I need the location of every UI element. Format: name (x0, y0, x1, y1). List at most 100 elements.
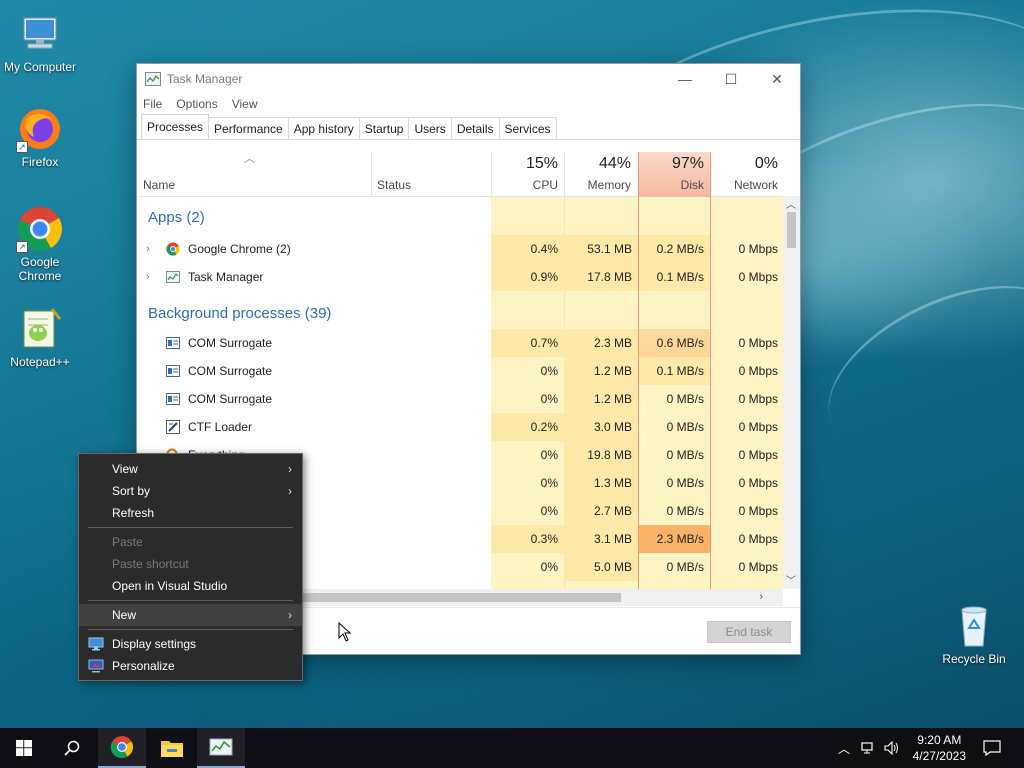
process-row[interactable]: › Google Chrome (2) 0.4% 53.1 MB 0.2 MB/… (137, 235, 783, 263)
menu-item-display-settings[interactable]: Display settings (79, 633, 302, 655)
action-center-button[interactable] (968, 728, 1016, 768)
group-header-apps[interactable]: Apps (2) (137, 197, 783, 235)
search-button[interactable] (48, 728, 96, 768)
taskbar-task-manager[interactable] (197, 728, 245, 768)
process-row[interactable]: CTF Loader 0.2% 3.0 MB 0 MB/s 0 Mbps (137, 413, 783, 441)
tab-performance[interactable]: Performance (208, 117, 289, 139)
menu-item-open-in-visual-studio[interactable]: Open in Visual Studio (79, 575, 302, 597)
vertical-scroll-thumb[interactable] (787, 212, 796, 248)
desktop-icon-label: Firefox (21, 155, 59, 169)
desktop-icon-label: Google Chrome (18, 255, 62, 283)
chrome-icon (110, 736, 133, 759)
memory-cell: 3.1 MB (564, 525, 638, 553)
notepad-plus-plus-icon (16, 305, 64, 353)
windows-logo-icon (16, 740, 32, 756)
chevron-right-icon: › (288, 484, 292, 498)
display-settings-icon (88, 637, 104, 651)
column-header-status[interactable]: Status (371, 152, 491, 197)
network-cell: 0 Mbps (711, 413, 783, 441)
tab-details[interactable]: Details (450, 117, 500, 139)
column-header-network[interactable]: 0% Network (711, 152, 783, 197)
group-header-background[interactable]: Background processes (39) (137, 291, 783, 329)
title-bar[interactable]: Task Manager — ☐ ✕ (137, 64, 800, 94)
maximize-button[interactable]: ☐ (708, 64, 754, 94)
process-row[interactable]: COM Surrogate 0% 1.2 MB 0.1 MB/s 0 Mbps (137, 357, 783, 385)
menu-view[interactable]: View (232, 97, 258, 111)
disk-cell: 0.1 MB/s (639, 263, 710, 291)
show-hidden-icons-chevron-icon[interactable]: ︿ (838, 740, 850, 757)
desktop-icon-my-computer[interactable]: My Computer (0, 10, 80, 74)
menu-item-refresh[interactable]: Refresh (79, 502, 302, 524)
tab-startup[interactable]: Startup (358, 117, 410, 139)
taskbar-chrome[interactable] (98, 728, 146, 768)
disk-cell: 0 MB/s (639, 441, 710, 469)
sort-ascending-icon: ︿ (244, 153, 255, 165)
scroll-down-icon[interactable]: ﹀ (786, 572, 796, 587)
tab-app-history[interactable]: App history (287, 117, 360, 139)
desktop-icon-notepad-plus-plus[interactable]: Notepad++ (0, 305, 80, 369)
desktop-icon-label: My Computer (3, 60, 77, 74)
column-header-cpu[interactable]: 15% CPU (491, 152, 564, 197)
clock[interactable]: 9:20 AM 4/27/2023 (913, 732, 966, 764)
network-cell: 0 Mbps (711, 525, 783, 553)
task-manager-icon (166, 271, 180, 283)
desktop-icon-label: Notepad++ (10, 355, 70, 369)
process-row[interactable]: › Task Manager 0.9% 17.8 MB 0.1 MB/s 0 M… (137, 263, 783, 291)
tab-processes[interactable]: Processes (141, 114, 210, 139)
memory-cell: 1.2 MB (564, 357, 638, 385)
taskbar: ︿ 9:20 AM 4/27/2023 (0, 728, 1024, 768)
menu-item-paste[interactable]: Paste (79, 531, 302, 553)
menu-item-view[interactable]: View › (79, 458, 302, 480)
minimize-button[interactable]: — (662, 64, 708, 94)
folder-icon (161, 741, 183, 757)
desktop-icon-firefox[interactable]: ↗ Firefox (0, 105, 80, 169)
taskbar-file-explorer[interactable] (148, 728, 196, 768)
tab-users[interactable]: Users (408, 117, 452, 139)
disk-cell: 0 MB/s (639, 385, 710, 413)
volume-icon[interactable] (884, 741, 900, 755)
scroll-right-icon[interactable]: › (759, 589, 763, 606)
vertical-scrollbar[interactable]: ︿ ﹀ (783, 196, 800, 589)
menu-item-sort-by[interactable]: Sort by › (79, 480, 302, 502)
tab-services[interactable]: Services (498, 117, 557, 139)
column-header-disk[interactable]: 97% Disk (638, 152, 711, 197)
menu-bar: File Options View (137, 94, 800, 114)
menu-item-paste-shortcut[interactable]: Paste shortcut (79, 553, 302, 575)
cpu-cell: 0.9% (491, 263, 564, 291)
menu-separator (88, 527, 293, 528)
memory-cell: 19.8 MB (564, 441, 638, 469)
network-icon[interactable] (860, 741, 876, 755)
desktop-icon-google-chrome[interactable]: ↗ Google Chrome (0, 205, 80, 283)
network-cell: 0 Mbps (711, 441, 783, 469)
desktop-icon-recycle-bin[interactable]: Recycle Bin (934, 602, 1014, 666)
menu-options[interactable]: Options (176, 97, 217, 111)
end-task-button[interactable]: End task (707, 621, 791, 643)
disk-cell: 0.2 MB/s (639, 235, 710, 263)
cpu-cell: 0.2% (491, 413, 564, 441)
chrome-icon (166, 242, 180, 256)
process-row[interactable]: COM Surrogate 0% 1.2 MB 0 MB/s 0 Mbps (137, 385, 783, 413)
disk-cell: 0.1 MB/s (639, 357, 710, 385)
task-manager-icon (209, 738, 233, 756)
scroll-up-icon[interactable]: ︿ (786, 196, 796, 211)
menu-item-personalize[interactable]: Personalize (79, 655, 302, 677)
network-cell: 0 Mbps (711, 385, 783, 413)
computer-icon (16, 10, 64, 58)
disk-cell: 0 MB/s (639, 497, 710, 525)
menu-file[interactable]: File (143, 97, 162, 111)
expand-chevron-icon[interactable]: › (146, 235, 150, 263)
memory-cell: 53.1 MB (564, 235, 638, 263)
start-button[interactable] (0, 728, 48, 768)
process-row[interactable]: COM Surrogate 0.7% 2.3 MB 0.6 MB/s 0 Mbp… (137, 329, 783, 357)
expand-chevron-icon[interactable]: › (146, 263, 150, 291)
menu-item-new[interactable]: New › (79, 604, 302, 626)
close-button[interactable]: ✕ (754, 64, 800, 94)
column-header-memory[interactable]: 44% Memory (564, 152, 637, 197)
column-header-name[interactable]: ︿ Name (137, 152, 371, 197)
firefox-icon: ↗ (16, 105, 64, 153)
menu-separator (88, 600, 293, 601)
cpu-cell: 0% (491, 385, 564, 413)
horizontal-scroll-thumb[interactable] (303, 593, 621, 602)
mouse-cursor-icon (338, 622, 352, 642)
com-surrogate-icon (166, 393, 180, 405)
